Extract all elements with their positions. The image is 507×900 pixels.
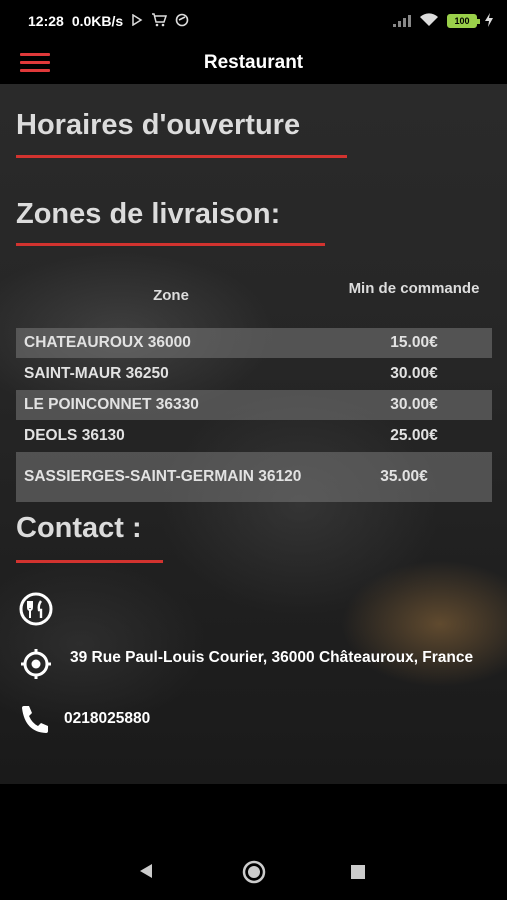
charging-icon [485, 12, 493, 30]
status-bar: 12:28 0.0KB/s 100 [0, 0, 507, 42]
zone-name: LE POINCONNET 36330 [24, 396, 199, 413]
recents-icon[interactable] [350, 864, 366, 885]
hours-underline [16, 155, 347, 158]
table-row: SASSIERGES-SAINT-GERMAIN 36120 35.00€ [16, 452, 492, 502]
app-title: Restaurant [203, 52, 304, 73]
zone-table-header: Zone Min de commande [16, 279, 492, 319]
app-bar: Restaurant [0, 42, 507, 84]
zone-name: SASSIERGES-SAINT-GERMAIN 36120 [24, 468, 302, 485]
zones-underline [16, 243, 325, 246]
main-content[interactable]: Horaires d'ouverture Zones de livraison:… [0, 84, 507, 784]
phone-icon [16, 702, 56, 736]
hours-title: Horaires d'ouverture [16, 109, 301, 141]
contact-underline [16, 560, 163, 563]
cart-icon [151, 12, 168, 30]
hamburger-icon[interactable] [20, 51, 50, 75]
zone-min-order: 25.00€ [390, 427, 438, 444]
zone-min-order: 30.00€ [390, 396, 438, 413]
table-row: SAINT-MAUR 36250 30.00€ [16, 358, 492, 390]
wifi-icon [419, 12, 439, 30]
zone-name: DEOLS 36130 [24, 427, 125, 444]
table-row: DEOLS 36130 25.00€ [16, 420, 492, 452]
back-icon[interactable] [138, 863, 154, 884]
zones-title: Zones de livraison: [16, 198, 281, 230]
signal-icon [393, 15, 411, 27]
header-zone: Zone [153, 287, 189, 304]
system-nav-bar [0, 842, 507, 900]
zone-name: CHATEAUROUX 36000 [24, 334, 191, 351]
contact-title: Contact : [16, 512, 142, 544]
table-row: LE POINCONNET 36330 30.00€ [16, 390, 492, 420]
battery-level: 100 [449, 16, 475, 26]
zone-name: SAINT-MAUR 36250 [24, 365, 169, 382]
zone-min-order: 35.00€ [380, 468, 428, 485]
header-min-order: Min de commande [348, 280, 480, 297]
target-icon [175, 13, 189, 30]
table-row: CHATEAUROUX 36000 15.00€ [16, 328, 492, 358]
location-icon [16, 647, 56, 681]
restaurant-icon [16, 592, 56, 626]
home-icon[interactable] [242, 860, 266, 889]
zone-min-order: 30.00€ [390, 365, 438, 382]
battery-icon: 100 [447, 14, 480, 28]
play-icon [131, 13, 143, 29]
contact-phone[interactable]: 0218025880 [64, 708, 150, 729]
status-speed: 0.0KB/s [71, 13, 124, 29]
zone-min-order: 15.00€ [390, 334, 438, 351]
zone-table: CHATEAUROUX 36000 15.00€ SAINT-MAUR 3625… [16, 328, 492, 502]
contact-address: 39 Rue Paul-Louis Courier, 36000 Château… [70, 649, 474, 666]
status-time: 12:28 [28, 13, 64, 29]
